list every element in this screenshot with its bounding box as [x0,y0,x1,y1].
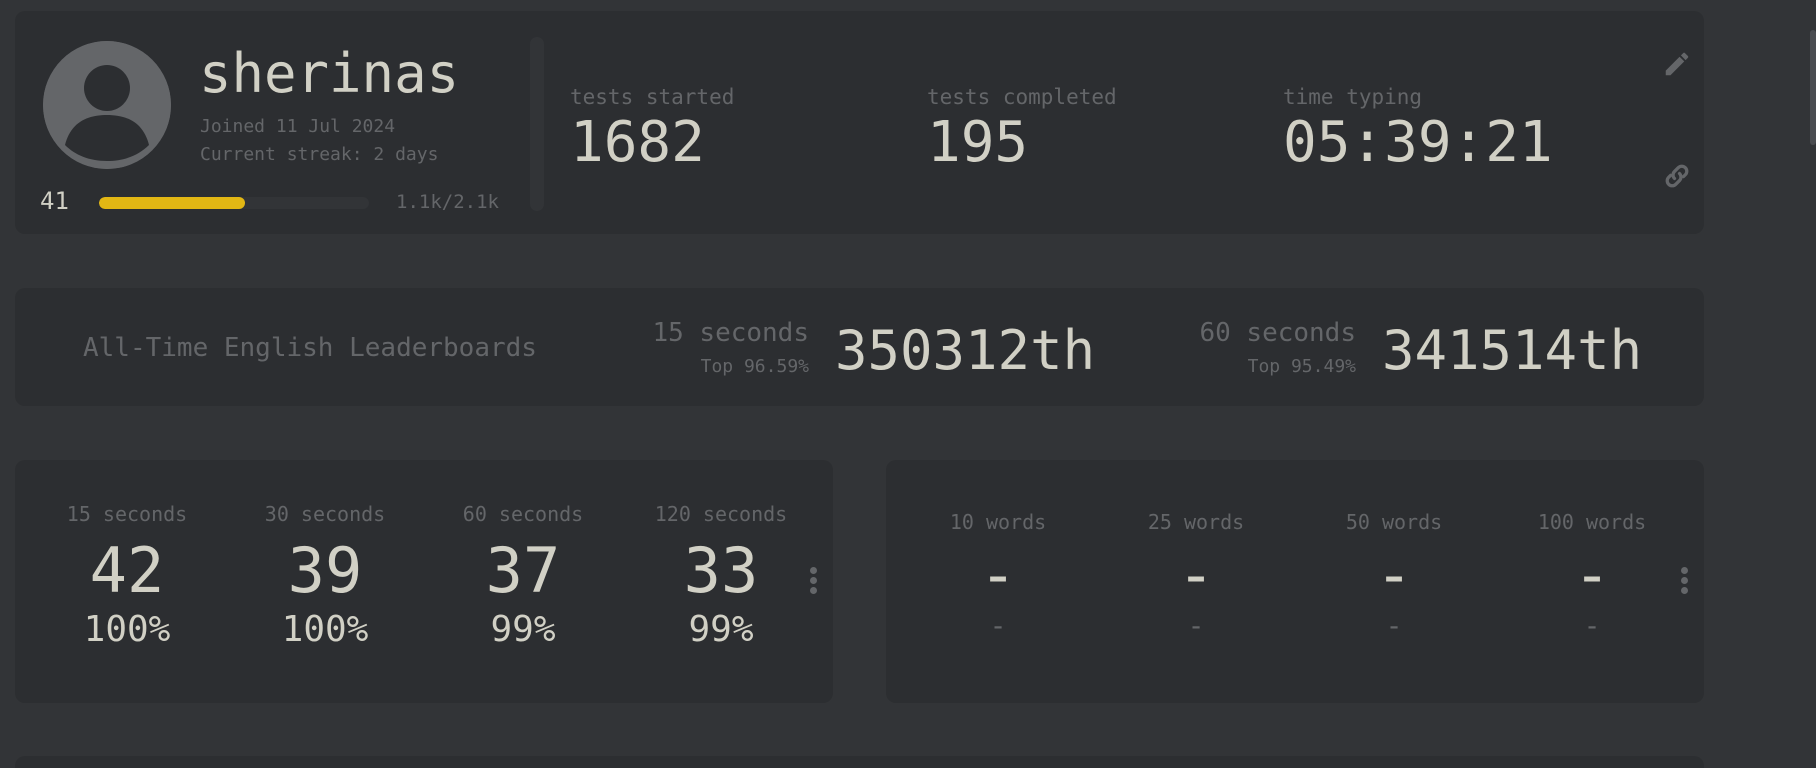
more-options-icon[interactable] [1677,567,1691,601]
pb-accuracy: - [989,609,1007,642]
level-number: 41 [40,187,69,215]
pb-wpm: 42 [89,534,165,607]
leaderboard-top-60: Top 95.49% [1247,356,1356,377]
pb-mode-label: 15 seconds [66,502,188,526]
pb-column[interactable]: 60 seconds 37 99% [433,502,613,648]
words-pb-card: 10 words - - 25 words - - 50 words - - 1… [886,460,1704,703]
tests-completed-label: tests completed [927,85,1117,109]
pb-wpm: - [1375,538,1413,611]
joined-date: Joined 11 Jul 2024 [200,116,396,137]
xp-progress-fill [99,197,245,209]
pb-wpm: 37 [485,534,561,607]
profile-divider [530,37,544,211]
leaderboard-top-15: Top 96.59% [700,356,809,377]
pb-wpm: 39 [287,534,363,607]
time-typing-value: 05:39:21 [1283,110,1553,175]
pb-accuracy: 99% [490,609,556,650]
time-pb-card: 15 seconds 42 100% 30 seconds 39 100% 60… [15,460,833,703]
pb-wpm: - [1177,538,1215,611]
pb-mode-label: 30 seconds [264,502,386,526]
pb-wpm: - [1573,538,1611,611]
pb-column[interactable]: 100 words - - [1502,510,1682,640]
tests-started-value: 1682 [570,110,705,175]
pb-mode-label: 120 seconds [654,502,788,526]
pb-mode-label: 50 words [1345,510,1443,534]
pb-column[interactable]: 25 words - - [1106,510,1286,640]
pb-column[interactable]: 50 words - - [1304,510,1484,640]
tests-completed-value: 195 [927,110,1029,175]
scrollbar-thumb[interactable] [1810,30,1816,145]
pb-accuracy: 100% [83,609,171,650]
pb-mode-label: 100 words [1537,510,1647,534]
current-streak: Current streak: 2 days [200,144,439,165]
xp-text: 1.1k/2.1k [396,191,499,213]
pb-mode-label: 25 words [1147,510,1245,534]
username: sherinas [199,42,460,105]
next-section-edge [15,756,1704,768]
pb-wpm: 33 [683,534,759,607]
time-typing-label: time typing [1283,85,1423,109]
pb-column[interactable]: 120 seconds 33 99% [631,502,811,648]
leaderboard-mode-60: 60 seconds [1199,318,1356,348]
pb-column[interactable]: 10 words - - [908,510,1088,640]
tests-started-label: tests started [570,85,735,109]
pb-wpm: - [979,538,1017,611]
leaderboard-rank-15: 350312th [835,319,1096,382]
pb-accuracy: - [1187,609,1205,642]
profile-card: sherinas Joined 11 Jul 2024 Current stre… [15,11,1704,234]
user-avatar-icon [43,41,171,169]
leaderboards-title: All-Time English Leaderboards [83,333,537,363]
pb-accuracy: - [1385,609,1403,642]
pb-accuracy: 100% [281,609,369,650]
pb-column[interactable]: 30 seconds 39 100% [235,502,415,648]
leaderboard-rank-60: 341514th [1382,319,1643,382]
pb-accuracy: - [1583,609,1601,642]
pb-mode-label: 60 seconds [462,502,584,526]
xp-progress-bar [99,197,369,209]
pb-accuracy: 99% [688,609,754,650]
link-icon[interactable] [1662,161,1692,191]
leaderboard-mode-15: 15 seconds [652,318,809,348]
pb-column[interactable]: 15 seconds 42 100% [37,502,217,648]
more-options-icon[interactable] [806,567,820,601]
pb-mode-label: 10 words [949,510,1047,534]
leaderboards-card: All-Time English Leaderboards 15 seconds… [15,288,1704,406]
pencil-icon[interactable] [1662,49,1692,79]
